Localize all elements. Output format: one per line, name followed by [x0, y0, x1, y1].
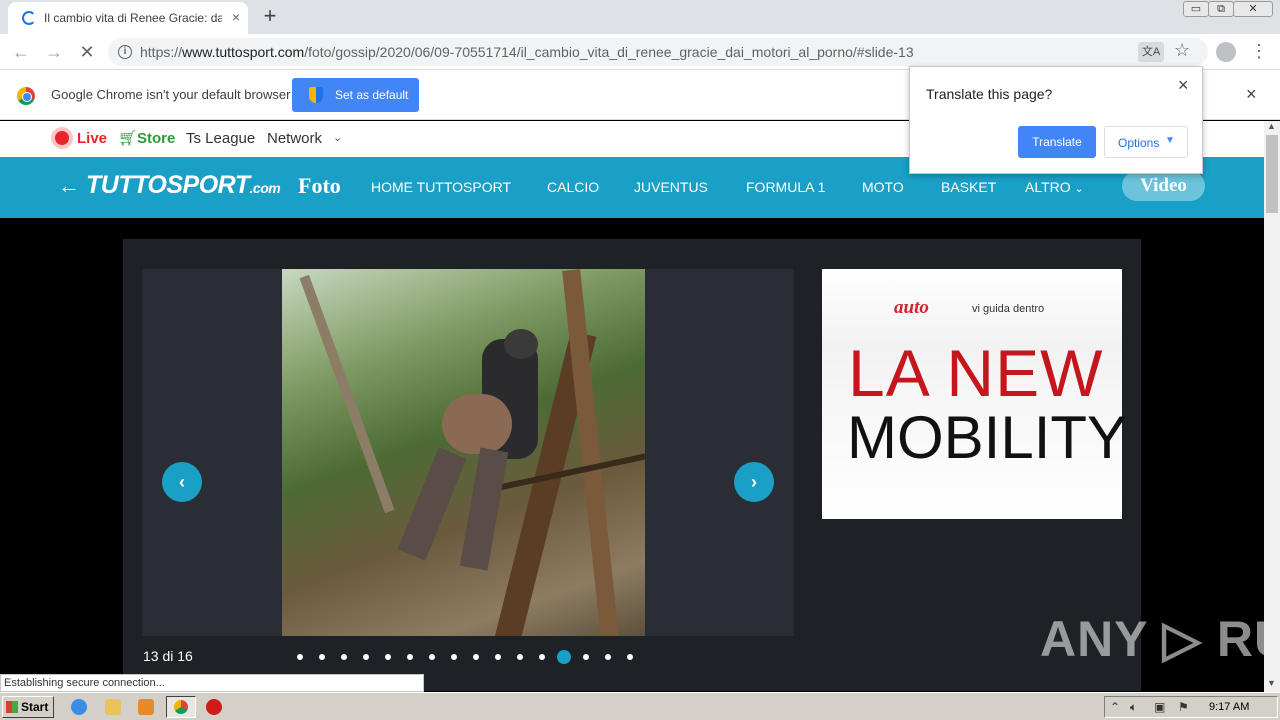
clock[interactable]: 9:17 AM — [1209, 701, 1249, 713]
slide-dot[interactable] — [341, 654, 347, 660]
nav-moto[interactable]: MOTO — [862, 179, 904, 195]
previous-slide-button[interactable]: ‹ — [162, 462, 202, 502]
network-menu[interactable]: Network — [267, 130, 322, 147]
taskbar-chrome-button[interactable] — [166, 696, 196, 718]
slide-dot[interactable] — [627, 654, 633, 660]
translate-title: Translate this page? — [926, 86, 1053, 102]
chrome-menu-icon[interactable]: ⋮ — [1250, 41, 1268, 61]
ad-headline-line1: LA NEW — [848, 336, 1104, 410]
back-arrow-icon[interactable]: ← — [58, 173, 80, 199]
live-link[interactable]: Live — [77, 130, 107, 147]
site-info-icon[interactable]: i — [118, 45, 132, 59]
loading-spinner-icon — [22, 11, 36, 25]
url-text[interactable]: https://www.tuttosport.com/foto/gossip/2… — [140, 44, 914, 60]
stop-loading-icon[interactable]: ✕ — [75, 40, 99, 64]
set-as-default-button[interactable]: Set as default — [292, 78, 419, 112]
section-title-foto[interactable]: Foto — [298, 173, 341, 199]
close-window-button[interactable]: ✕ — [1233, 1, 1273, 17]
profile-avatar-icon[interactable] — [1216, 42, 1236, 62]
browser-tab[interactable]: Il cambio vita di Renee Gracie: dai m × — [8, 2, 248, 34]
slide-dot[interactable] — [429, 654, 435, 660]
nav-altro[interactable]: ALTRO ⌄ — [1025, 179, 1084, 195]
slide-dot[interactable] — [583, 654, 589, 660]
live-dot-icon — [55, 131, 69, 145]
tab-title: Il cambio vita di Renee Gracie: dai m — [44, 11, 222, 25]
translate-close-icon[interactable]: × — [1178, 75, 1189, 96]
translate-options-button[interactable]: Options ▼ — [1104, 126, 1188, 158]
slide-counter: 13 di 16 — [143, 648, 193, 664]
nav-home-tuttosport[interactable]: HOME TUTTOSPORT — [371, 179, 511, 195]
caret-down-icon: ▼ — [1165, 135, 1175, 146]
new-tab-button[interactable]: + — [258, 4, 282, 28]
slide-dot[interactable] — [517, 654, 523, 660]
gallery-photo[interactable] — [282, 269, 645, 636]
scroll-up-icon[interactable]: ▲ — [1267, 121, 1276, 131]
chevron-down-icon: ⌄ — [333, 132, 343, 144]
page-scrollbar[interactable]: ▲ ▼ — [1264, 121, 1280, 692]
media-player-icon[interactable] — [138, 699, 154, 715]
ad-brand: auto — [894, 297, 929, 318]
slide-dot[interactable] — [495, 654, 501, 660]
nav-basket[interactable]: BASKET — [941, 179, 996, 195]
scroll-thumb[interactable] — [1266, 135, 1278, 213]
slide-frame: ‹ › — [142, 269, 794, 636]
cart-icon: 🛒︎ — [118, 130, 138, 147]
anyrun-watermark: ANY ▷ RUN — [1040, 611, 1280, 667]
video-button[interactable]: Video — [1122, 171, 1205, 201]
restore-button[interactable]: ⧉ — [1208, 1, 1234, 17]
tab-close-icon[interactable]: × — [228, 8, 244, 26]
action-center-flag-icon[interactable]: ⚑ — [1178, 700, 1189, 714]
nav-juventus[interactable]: JUVENTUS — [634, 179, 708, 195]
ts-league-link[interactable]: Ts League — [186, 130, 255, 147]
bookmark-star-icon[interactable]: ☆ — [1174, 40, 1190, 61]
scroll-down-icon[interactable]: ▼ — [1267, 678, 1276, 688]
infobar-message: Google Chrome isn't your default browser — [51, 87, 291, 102]
stop-icon[interactable] — [206, 699, 222, 715]
photo-gallery: ‹ › 13 di 16 auto vi guida dentro LA NEW… — [123, 239, 1141, 691]
translate-icon[interactable]: 文A — [1138, 42, 1164, 62]
internet-explorer-icon[interactable] — [71, 699, 87, 715]
nav-formula-1[interactable]: FORMULA 1 — [746, 179, 825, 195]
tray-expand-icon[interactable]: ⌃ — [1110, 700, 1120, 714]
slide-dot[interactable] — [385, 654, 391, 660]
next-slide-button[interactable]: › — [734, 462, 774, 502]
system-tray: ⌃ 🔈︎ ▣ ⚑ 9:17 AM — [1104, 696, 1278, 718]
chrome-logo-icon — [17, 87, 35, 105]
ad-tagline: vi guida dentro — [972, 303, 1045, 315]
ad-headline-line2: MOBILITY — [847, 404, 1128, 471]
tuttosport-logo[interactable]: TUTTOSPORT.com — [86, 171, 281, 200]
nav-calcio[interactable]: CALCIO — [547, 179, 599, 195]
network-icon[interactable]: ▣ — [1154, 700, 1165, 714]
slide-dot[interactable] — [407, 654, 413, 660]
slide-dot[interactable] — [605, 654, 611, 660]
volume-icon[interactable]: 🔈︎ — [1130, 700, 1137, 715]
chevron-down-icon: ⌄ — [1074, 183, 1084, 195]
browser-toolbar: ← → ✕ i https://www.tuttosport.com/foto/… — [0, 34, 1280, 70]
minimize-button[interactable]: ▭ — [1183, 1, 1209, 17]
infobar-close-icon[interactable]: × — [1246, 84, 1257, 105]
advertisement-banner[interactable]: auto vi guida dentro LA NEW MOBILITY — [822, 269, 1127, 519]
slide-dot[interactable] — [473, 654, 479, 660]
slide-dot-active[interactable] — [557, 650, 571, 664]
slide-dot[interactable] — [451, 654, 457, 660]
chrome-icon — [174, 700, 188, 714]
windows-taskbar: Start ⌃ 🔈︎ ▣ ⚑ 9:17 AM — [0, 692, 1280, 720]
uac-shield-icon — [309, 87, 323, 103]
back-icon[interactable]: ← — [9, 40, 33, 64]
translate-button[interactable]: Translate — [1018, 126, 1096, 158]
slide-dot[interactable] — [363, 654, 369, 660]
folder-icon[interactable] — [105, 699, 121, 715]
translate-popup: Translate this page? × Translate Options… — [909, 66, 1203, 174]
address-bar[interactable]: i https://www.tuttosport.com/foto/gossip… — [108, 38, 1208, 66]
slide-dot[interactable] — [539, 654, 545, 660]
start-button[interactable]: Start — [2, 696, 54, 718]
forward-icon[interactable]: → — [42, 40, 66, 64]
slide-dot[interactable] — [319, 654, 325, 660]
slide-dot[interactable] — [297, 654, 303, 660]
tab-strip: Il cambio vita di Renee Gracie: dai m × … — [0, 0, 1280, 34]
windows-flag-icon — [6, 701, 18, 713]
store-link[interactable]: Store — [137, 130, 175, 147]
status-bubble: Establishing secure connection... — [0, 674, 424, 692]
